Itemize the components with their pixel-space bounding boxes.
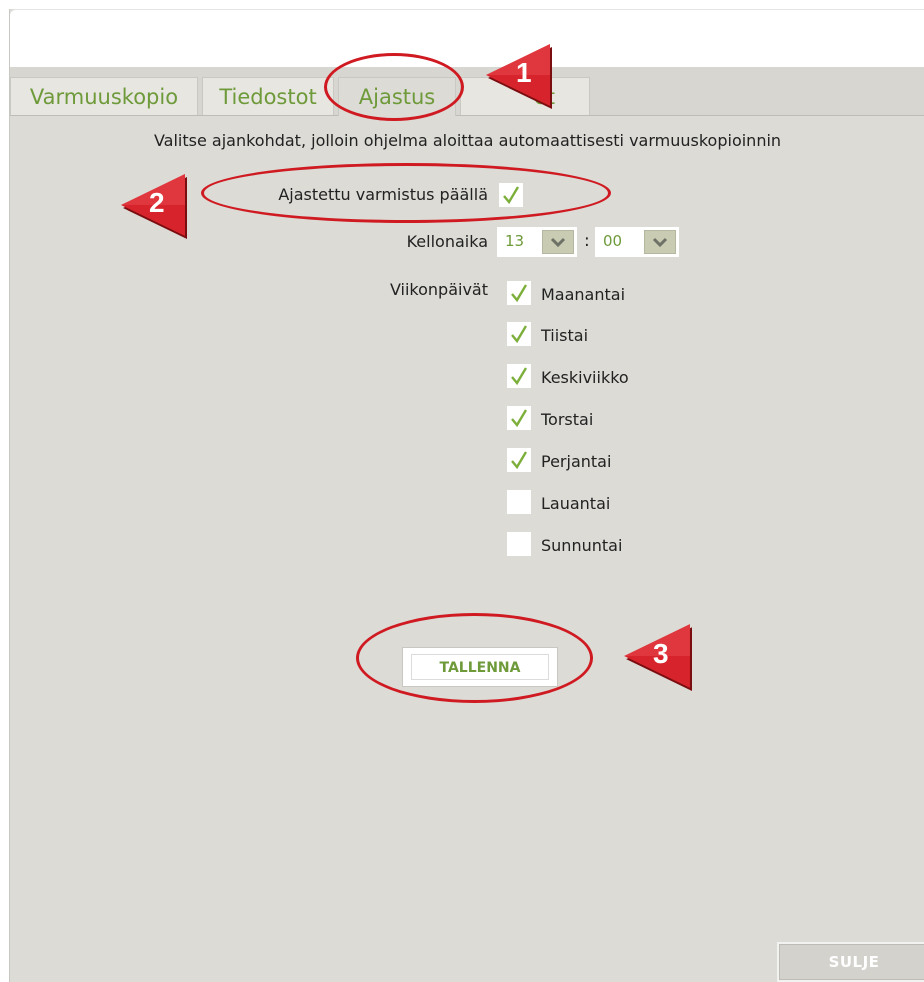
checkbox-torstai[interactable] — [507, 406, 531, 430]
checkbox-tiistai[interactable] — [507, 322, 531, 346]
schedule-enabled-label: Ajastettu varmistus päällä — [278, 185, 488, 204]
window-header — [10, 9, 924, 68]
checkbox-perjantai[interactable] — [507, 448, 531, 472]
checkbox-lauantai[interactable] — [507, 490, 531, 514]
schedule-enabled-checkbox[interactable] — [499, 183, 523, 207]
checkmark-icon — [511, 409, 527, 428]
hour-value: 13 — [505, 232, 525, 250]
minute-dropdown-button[interactable] — [644, 230, 676, 254]
day-label-keskiviikko: Keskiviikko — [541, 368, 629, 387]
hour-select[interactable]: 13 — [497, 227, 577, 257]
chevron-down-icon — [550, 237, 566, 248]
checkmark-icon — [511, 451, 527, 470]
checkmark-icon — [511, 325, 527, 344]
chevron-down-icon — [652, 237, 668, 248]
checkmark-icon — [503, 186, 519, 205]
day-label-perjantai: Perjantai — [541, 452, 612, 471]
tab-ajastus[interactable]: Ajastus — [338, 77, 456, 116]
settings-window: Varmuuskopio Tiedostot Ajastus et Valits… — [9, 9, 924, 982]
intro-text: Valitse ajankohdat, jolloin ohjelma aloi… — [153, 131, 782, 150]
checkbox-maanantai[interactable] — [507, 281, 531, 305]
checkbox-sunnuntai[interactable] — [507, 532, 531, 556]
time-separator: : — [584, 231, 590, 251]
save-button[interactable]: TALLENNA — [402, 647, 558, 687]
minute-select[interactable]: 00 — [595, 227, 679, 257]
time-label: Kellonaika — [406, 232, 488, 251]
tab-asetukset[interactable]: et — [460, 77, 590, 115]
checkmark-icon — [511, 367, 527, 386]
day-label-lauantai: Lauantai — [541, 494, 611, 513]
day-label-tiistai: Tiistai — [541, 326, 589, 345]
weekdays-label: Viikonpäivät — [389, 280, 488, 299]
close-button[interactable]: SULJE — [777, 942, 924, 982]
day-label-torstai: Torstai — [541, 410, 594, 429]
day-label-sunnuntai: Sunnuntai — [541, 536, 623, 555]
hour-dropdown-button[interactable] — [542, 230, 574, 254]
tab-bar: Varmuuskopio Tiedostot Ajastus et — [10, 67, 924, 116]
checkbox-keskiviikko[interactable] — [507, 364, 531, 388]
minute-value: 00 — [603, 232, 623, 250]
save-button-label: TALLENNA — [411, 654, 549, 680]
day-label-maanantai: Maanantai — [541, 285, 626, 304]
tab-tiedostot[interactable]: Tiedostot — [202, 77, 334, 115]
tab-varmuuskopio[interactable]: Varmuuskopio — [10, 77, 198, 115]
checkmark-icon — [511, 284, 527, 303]
